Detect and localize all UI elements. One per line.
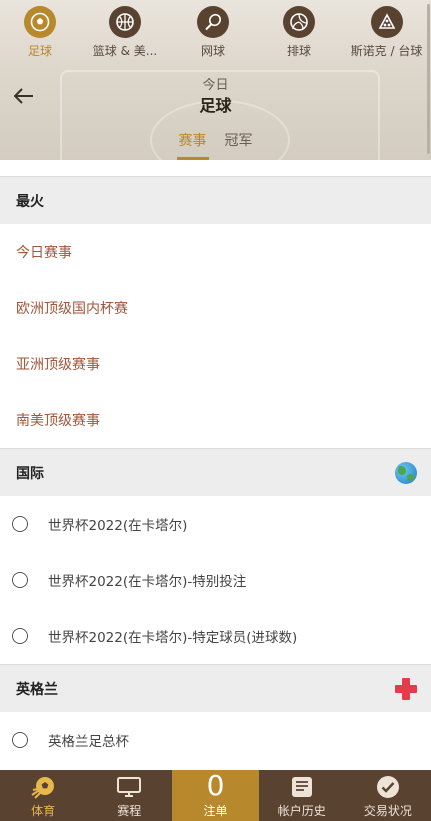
section-header-international[interactable]: 国际 — [0, 448, 431, 496]
nav-account-history[interactable]: 帐户历史 — [259, 770, 345, 821]
basketball-icon — [109, 6, 141, 38]
sport-tab-volleyball[interactable]: 排球 — [256, 6, 342, 62]
list-item-league[interactable]: 世界杯2022(在卡塔尔)-特定球员(进球数) — [0, 608, 431, 664]
sports-tab-row: 足球 篮球 & 美... 网球 排球 斯诺克 / 台球 — [0, 6, 431, 62]
section-title: 最火 — [16, 193, 44, 210]
header: 足球 篮球 & 美... 网球 排球 斯诺克 / 台球 今日 足球 赛事 冠军 — [0, 0, 431, 160]
nav-label: 注单 — [203, 804, 228, 818]
list-item-asia[interactable]: 亚洲顶级赛事 — [0, 336, 431, 392]
snooker-icon — [370, 6, 403, 38]
sport-tab-tennis[interactable]: 网球 — [170, 6, 256, 62]
page-subtitle: 今日 — [202, 78, 229, 93]
list-item-today[interactable]: 今日赛事 — [0, 224, 431, 280]
radio-button[interactable] — [12, 516, 28, 532]
sport-tab-label: 篮球 & 美... — [92, 44, 158, 58]
nav-sports[interactable]: 体育 — [0, 770, 86, 821]
tab-outrights[interactable]: 冠军 — [223, 130, 255, 160]
sport-tab-label: 斯诺克 / 台球 — [350, 44, 423, 58]
sport-tab-label: 网球 — [200, 44, 225, 58]
document-icon — [290, 774, 314, 800]
tab-bar: 赛事 冠军 — [0, 130, 431, 160]
sport-tab-snooker[interactable]: 斯诺克 / 台球 — [342, 6, 431, 62]
radio-button[interactable] — [12, 732, 28, 748]
list-item-league[interactable]: 英格兰足总杯 — [0, 712, 431, 768]
nav-transaction-status[interactable]: 交易状况 — [345, 770, 431, 821]
bet-count: 0 — [206, 769, 225, 802]
section-header-england[interactable]: 英格兰 — [0, 664, 431, 712]
check-circle-icon — [376, 774, 400, 800]
nav-label: 赛程 — [117, 804, 142, 818]
list-item-europe-cups[interactable]: 欧洲顶级国内杯赛 — [0, 280, 431, 336]
list-item-league[interactable]: 世界杯2022(在卡塔尔) — [0, 496, 431, 552]
league-name: 英格兰足总杯 — [48, 734, 129, 750]
section-header-hot: 最火 — [0, 176, 431, 224]
england-flag-icon — [395, 677, 417, 700]
league-list[interactable]: 最火 今日赛事 欧洲顶级国内杯赛 亚洲顶级赛事 南美顶级赛事 国际 世界杯202… — [0, 160, 431, 770]
radio-button[interactable] — [12, 572, 28, 588]
globe-icon — [395, 461, 417, 484]
tab-matches[interactable]: 赛事 — [176, 130, 209, 160]
monitor-icon — [116, 774, 142, 800]
list-item-league[interactable]: 世界杯2022(在卡塔尔)-特别投注 — [0, 552, 431, 608]
soccer-ball-icon — [30, 774, 56, 800]
section-title: 英格兰 — [16, 681, 58, 698]
league-name: 世界杯2022(在卡塔尔)-特定球员(进球数) — [48, 630, 298, 646]
sport-tab-soccer[interactable]: 足球 — [0, 6, 80, 62]
sport-tab-label: 排球 — [286, 44, 311, 58]
sport-tab-basketball[interactable]: 篮球 & 美... — [80, 6, 170, 62]
league-name: 世界杯2022(在卡塔尔) — [48, 518, 188, 534]
list-item-south-america[interactable]: 南美顶级赛事 — [0, 392, 431, 448]
radio-button[interactable] — [12, 628, 28, 644]
nav-label: 交易状况 — [363, 804, 412, 818]
page-title: 足球 — [199, 96, 232, 115]
sport-tab-label: 足球 — [27, 44, 52, 58]
nav-label: 体育 — [31, 804, 56, 818]
section-title: 国际 — [16, 465, 44, 482]
spacer — [0, 160, 431, 176]
nav-schedule[interactable]: 赛程 — [86, 770, 172, 821]
nav-label: 帐户历史 — [277, 804, 326, 818]
bottom-nav: 体育 赛程 0 注单 帐户历史 交易状况 — [0, 770, 431, 821]
nav-bet-slip[interactable]: 0 注单 — [172, 769, 259, 821]
soccer-ball-icon — [24, 6, 56, 38]
league-name: 世界杯2022(在卡塔尔)-特别投注 — [48, 574, 247, 590]
volleyball-icon — [283, 6, 315, 38]
tennis-icon — [197, 6, 229, 38]
